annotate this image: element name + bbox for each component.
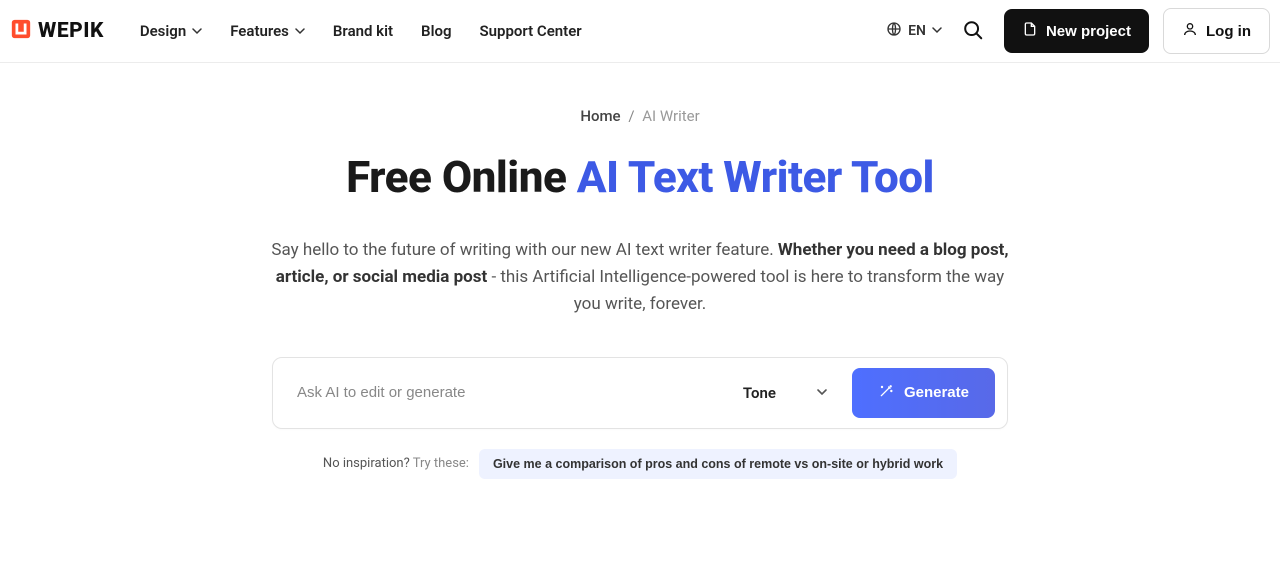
- chevron-down-icon: [295, 22, 305, 40]
- logo-icon: [10, 18, 32, 44]
- magic-wand-icon: [878, 383, 894, 403]
- nav-brand-kit[interactable]: Brand kit: [333, 22, 393, 40]
- globe-icon: [886, 21, 902, 41]
- nav-support[interactable]: Support Center: [480, 22, 582, 40]
- prompt-input[interactable]: [297, 384, 743, 401]
- nav-features[interactable]: Features: [230, 22, 305, 40]
- breadcrumb: Home / AI Writer: [580, 107, 699, 125]
- suggestions-label-light: Try these:: [410, 456, 469, 471]
- nav-label: Support Center: [480, 22, 582, 40]
- search-icon: [962, 29, 984, 44]
- subtitle-part1: Say hello to the future of writing with …: [271, 240, 778, 260]
- suggestions: No inspiration? Try these: Give me a com…: [323, 449, 957, 479]
- suggestions-label: No inspiration? Try these:: [323, 456, 469, 471]
- nav-label: Features: [230, 22, 289, 40]
- chevron-down-icon: [192, 22, 202, 40]
- subtitle-part2: - this Artificial Intelligence-powered t…: [487, 267, 1004, 314]
- generate-button[interactable]: Generate: [852, 368, 995, 418]
- main-nav: Design Features Brand kit Blog Support C…: [140, 22, 582, 40]
- chevron-down-icon: [816, 384, 828, 402]
- suggestion-chip[interactable]: Give me a comparison of pros and cons of…: [479, 449, 957, 479]
- button-label: Generate: [904, 384, 969, 401]
- language-selector[interactable]: EN: [886, 21, 942, 41]
- login-button[interactable]: Log in: [1163, 8, 1270, 54]
- button-label: Log in: [1206, 23, 1251, 40]
- title-accent: AI Text Writer Tool: [577, 151, 934, 203]
- breadcrumb-separator: /: [628, 107, 634, 125]
- chevron-down-icon: [932, 23, 942, 39]
- suggestions-label-bold: No inspiration?: [323, 456, 410, 471]
- language-code: EN: [908, 23, 926, 39]
- nav-blog[interactable]: Blog: [421, 22, 451, 40]
- tone-selector[interactable]: Tone: [743, 384, 828, 402]
- nav-design[interactable]: Design: [140, 22, 202, 40]
- page-subtitle: Say hello to the future of writing with …: [270, 237, 1010, 319]
- prompt-box: Tone Generate: [272, 357, 1008, 429]
- hero: Home / AI Writer Free Online AI Text Wri…: [0, 63, 1280, 479]
- header-right: EN New project Log in: [886, 8, 1270, 54]
- new-project-button[interactable]: New project: [1004, 9, 1149, 53]
- file-icon: [1022, 21, 1038, 41]
- breadcrumb-current: AI Writer: [642, 107, 699, 125]
- search-button[interactable]: [956, 13, 990, 50]
- nav-label: Blog: [421, 22, 451, 40]
- button-label: New project: [1046, 23, 1131, 40]
- nav-label: Brand kit: [333, 22, 393, 40]
- user-icon: [1182, 21, 1198, 41]
- header: WEPIK Design Features Brand kit Blog Sup…: [0, 0, 1280, 63]
- page-title: Free Online AI Text Writer Tool: [346, 151, 934, 203]
- tone-label: Tone: [743, 384, 776, 402]
- logo-text: WEPIK: [38, 19, 104, 43]
- nav-label: Design: [140, 22, 186, 40]
- logo[interactable]: WEPIK: [10, 18, 104, 44]
- breadcrumb-home[interactable]: Home: [580, 107, 620, 125]
- title-prefix: Free Online: [346, 151, 577, 203]
